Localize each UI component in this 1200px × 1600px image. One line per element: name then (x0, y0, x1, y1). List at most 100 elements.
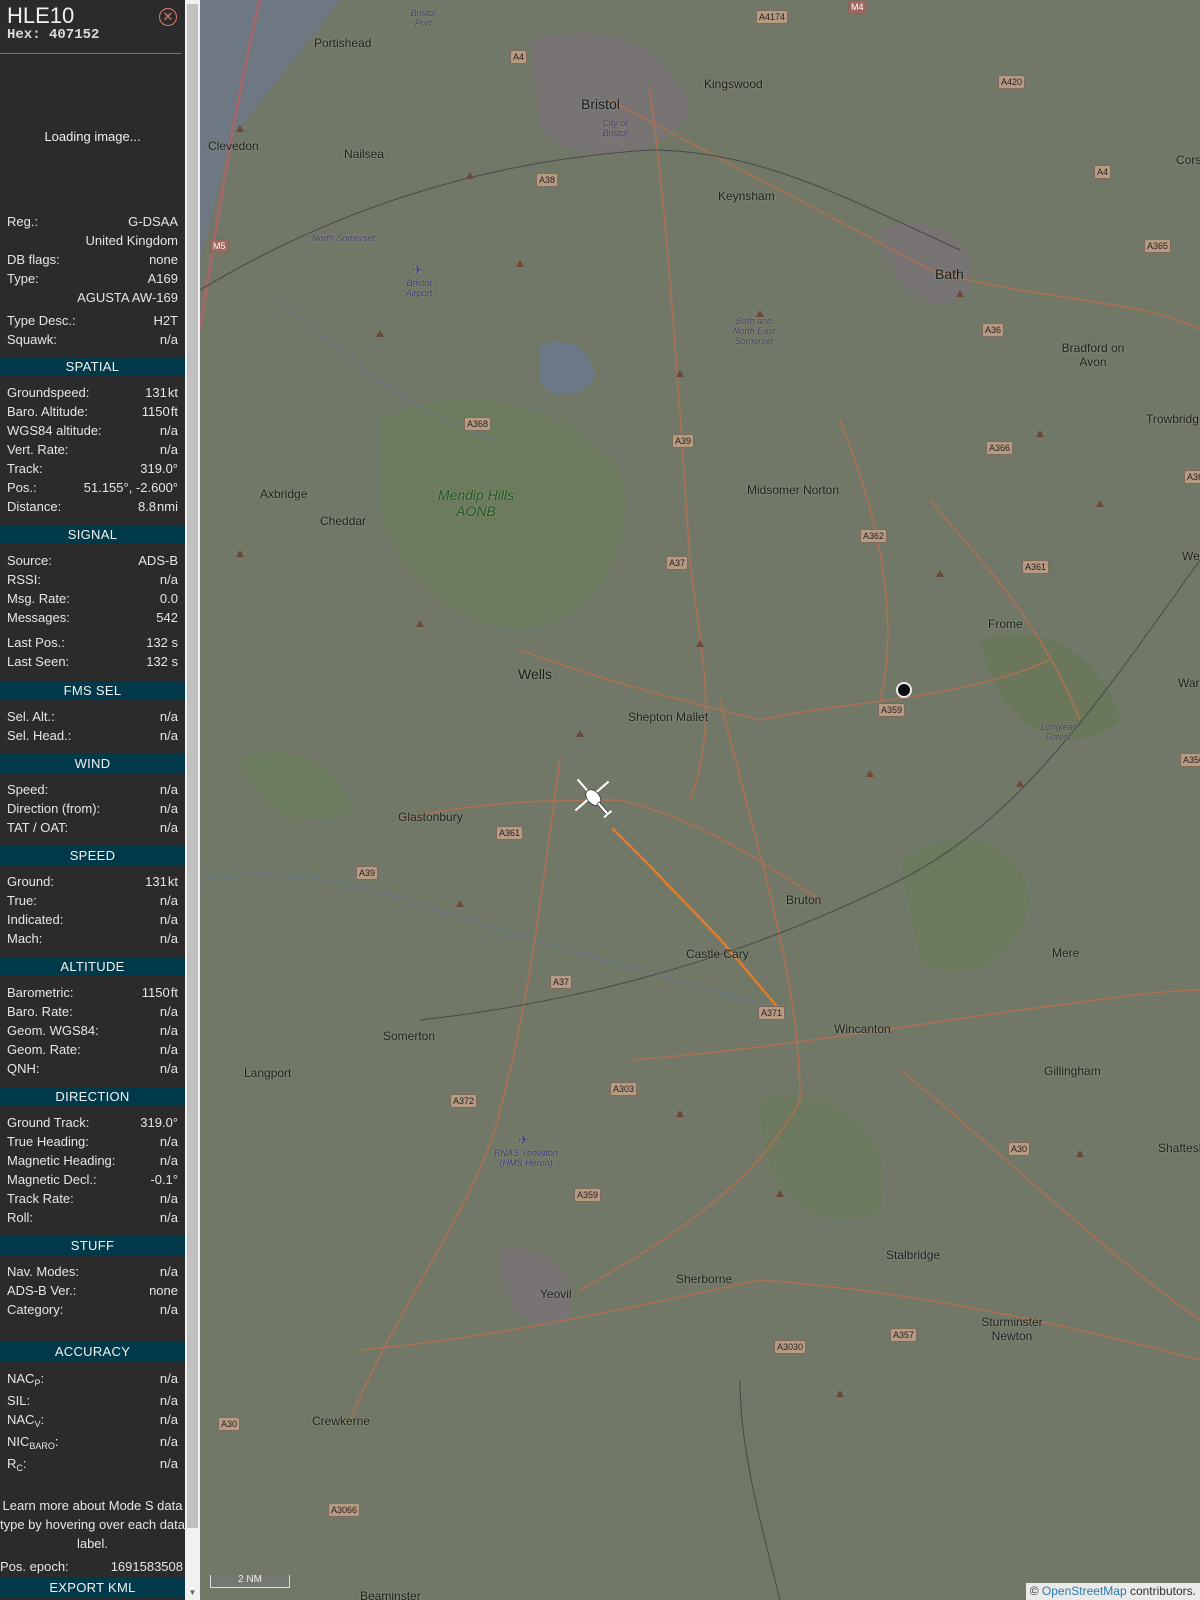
info-row: True: n/a (7, 892, 178, 910)
info-label[interactable]: Indicated: (7, 911, 63, 929)
info-label[interactable]: Category: (7, 1301, 63, 1319)
divider (0, 53, 181, 54)
info-label[interactable]: Roll: (7, 1209, 33, 1227)
info-row: Ground: 131kt (7, 873, 178, 891)
map-label: Portishead (314, 36, 372, 50)
info-row-country: United Kingdom (7, 232, 179, 250)
info-label[interactable]: Geom. WGS84: (7, 1022, 99, 1040)
road-shield: A37 (666, 556, 689, 570)
info-label[interactable]: Type: (7, 270, 39, 288)
info-label[interactable]: Sel. Head.: (7, 727, 71, 745)
map-label: Bath (935, 266, 964, 282)
info-row: Barometric: 1150ft (7, 984, 178, 1002)
info-label[interactable]: Magnetic Heading: (7, 1152, 115, 1170)
info-label[interactable]: Last Seen: (7, 653, 69, 671)
map-label: Stalbridge (886, 1248, 941, 1262)
info-label[interactable]: QNH: (7, 1060, 40, 1078)
info-label[interactable]: True Heading: (7, 1133, 89, 1151)
info-label[interactable]: Magnetic Decl.: (7, 1171, 97, 1189)
info-label[interactable]: Sel. Alt.: (7, 708, 55, 726)
info-row: Last Pos.: 132 s (7, 634, 178, 652)
learn-more-text: Learn more about Mode S data type by hov… (0, 1498, 185, 1551)
road-shield: A361 (496, 826, 524, 840)
info-label[interactable]: RSSI: (7, 571, 41, 589)
sidebar-scrollbar[interactable]: ▲ ▼ (185, 0, 200, 1600)
info-row: Groundspeed: 131kt (7, 384, 178, 402)
road-shield: A368 (464, 417, 492, 431)
info-label[interactable]: Pos. epoch: (0, 1558, 69, 1576)
info-label[interactable]: SIL: (7, 1392, 30, 1410)
info-label[interactable]: Speed: (7, 781, 48, 799)
road-shield: A38 (536, 173, 559, 187)
info-label[interactable]: Ground Track: (7, 1114, 89, 1132)
info-label[interactable]: Squawk: (7, 331, 57, 349)
road-shield: A359 (878, 703, 906, 717)
info-value: 131kt (145, 385, 178, 400)
aircraft-helicopter-icon[interactable] (564, 768, 620, 824)
close-icon[interactable]: ✕ (159, 8, 177, 26)
road-shield: A3066 (328, 1503, 361, 1517)
info-row: Magnetic Decl.: -0.1° (7, 1171, 178, 1189)
info-label[interactable]: Track Rate: (7, 1190, 74, 1208)
info-value: n/a (159, 423, 178, 438)
info-label[interactable]: Barometric: (7, 984, 73, 1002)
export-kml-button[interactable]: EXPORT KML (0, 1578, 185, 1597)
info-value: H2T (153, 313, 178, 328)
info-label[interactable]: Nav. Modes: (7, 1263, 79, 1281)
info-label[interactable]: Ground: (7, 873, 54, 891)
info-label[interactable]: Distance: (7, 498, 61, 516)
info-label[interactable]: ADS-B Ver.: (7, 1282, 76, 1300)
info-label[interactable]: NACV: (7, 1411, 44, 1433)
info-label[interactable]: TAT / OAT: (7, 819, 68, 837)
section-header-fms-sel: FMS SEL (0, 681, 185, 700)
info-label[interactable]: Type Desc.: (7, 312, 76, 330)
scrollbar-thumb[interactable] (187, 4, 198, 1528)
info-label[interactable]: Last Pos.: (7, 634, 65, 652)
info-label[interactable]: Vert. Rate: (7, 441, 68, 459)
info-label[interactable]: Source: (7, 552, 52, 570)
info-label[interactable]: WGS84 altitude: (7, 422, 102, 440)
road-shield: A39 (356, 866, 379, 880)
info-label[interactable]: DB flags: (7, 251, 60, 269)
info-label[interactable]: Direction (from): (7, 800, 100, 818)
info-label[interactable]: Baro. Altitude: (7, 403, 88, 421)
info-label[interactable]: Mach: (7, 930, 42, 948)
info-row: Vert. Rate: n/a (7, 441, 178, 459)
info-label[interactable]: Baro. Rate: (7, 1003, 73, 1021)
info-label[interactable]: Track: (7, 460, 43, 478)
info-row: Source: ADS-B (7, 552, 178, 570)
info-label[interactable]: Geom. Rate: (7, 1041, 81, 1059)
info-row: RC: n/a (7, 1455, 178, 1473)
info-label[interactable]: RC: (7, 1455, 27, 1477)
info-value: 1150ft (141, 985, 178, 1000)
info-value: n/a (159, 709, 178, 724)
map-label: Gillingham (1044, 1064, 1101, 1078)
info-label[interactable]: Reg.: (7, 213, 38, 231)
map-label: Langport (244, 1066, 292, 1080)
info-label[interactable]: Msg. Rate: (7, 590, 70, 608)
airport-icon: ✈ (412, 262, 423, 277)
map-label: Beaminster (360, 1589, 421, 1600)
road-shield: A420 (998, 75, 1026, 89)
info-label[interactable]: NACP: (7, 1370, 44, 1392)
info-value: n/a (159, 1153, 178, 1168)
map-view[interactable]: Bristol Bath Wells Yeovil Frome Keynsham… (200, 0, 1200, 1600)
info-label[interactable]: Pos.: (7, 479, 37, 497)
info-value: n/a (159, 442, 178, 457)
map-label: Shepton Mallet (628, 710, 709, 724)
map-label: Wes (1182, 549, 1200, 563)
info-label[interactable]: NICBARO: (7, 1433, 59, 1455)
map-label: Bristol Airport (405, 278, 433, 298)
info-value: n/a (159, 1042, 178, 1057)
map-label: Longleat Forest (1040, 722, 1076, 742)
info-value: n/a (159, 728, 178, 743)
openstreetmap-link[interactable]: OpenStreetMap (1042, 1584, 1127, 1598)
section-header-accuracy: ACCURACY (0, 1342, 185, 1361)
info-label[interactable]: True: (7, 892, 37, 910)
scroll-down-icon[interactable]: ▼ (185, 1586, 200, 1600)
section-header-altitude: ALTITUDE (0, 957, 185, 976)
info-value: -0.1° (150, 1172, 178, 1187)
info-label[interactable]: Messages: (7, 609, 70, 627)
info-label[interactable]: Groundspeed: (7, 384, 89, 402)
info-value: n/a (159, 1004, 178, 1019)
